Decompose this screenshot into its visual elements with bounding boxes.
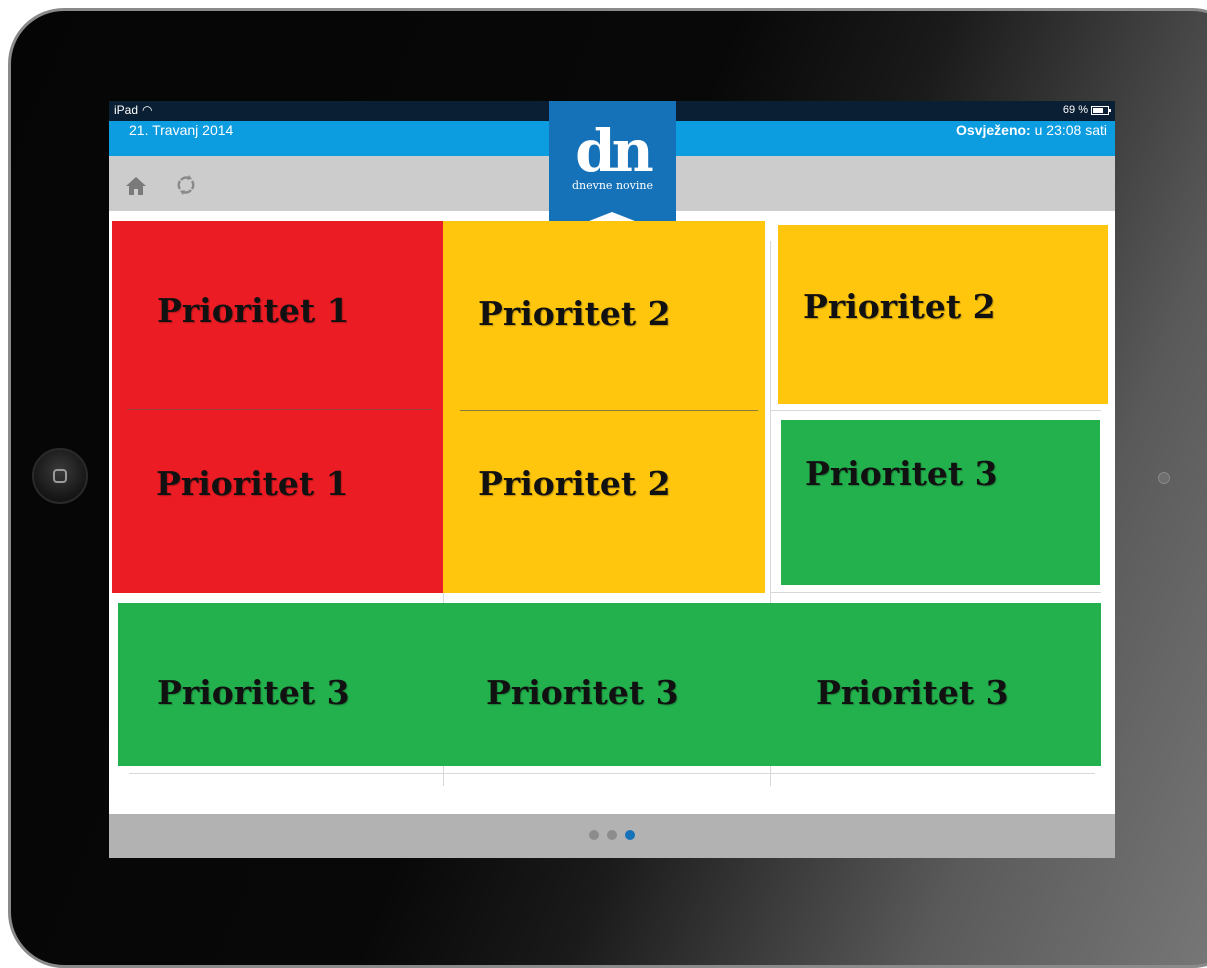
tile-prioritet-3-center[interactable]: Prioritet 3 <box>443 603 770 766</box>
tile-prioritet-1-bottom[interactable]: Prioritet 1 <box>112 410 443 593</box>
tile-prioritet-1-top[interactable]: Prioritet 1 <box>112 221 443 409</box>
tile-prioritet-2-top[interactable]: Prioritet 2 <box>443 221 765 409</box>
ipad-home-button[interactable] <box>32 448 88 504</box>
camera-icon <box>1158 472 1170 484</box>
app-screen: iPad◠ 23:08 69 % 21. Travanj 2014 Osvjež… <box>109 101 1115 858</box>
tile-prioritet-3-right-bottom[interactable]: Prioritet 3 <box>770 603 1101 766</box>
page-dot-1[interactable] <box>589 830 599 840</box>
tile-label: Prioritet 2 <box>478 294 671 333</box>
tile-prioritet-2-right[interactable]: Prioritet 2 <box>778 225 1108 404</box>
tile-label: Prioritet 3 <box>157 673 350 712</box>
tile-label: Prioritet 3 <box>805 454 998 493</box>
tile-label: Prioritet 2 <box>478 464 671 503</box>
tile-label: Prioritet 3 <box>486 673 679 712</box>
logo-name: dnevne novine <box>572 179 653 192</box>
logo-mark: dn <box>575 117 654 185</box>
page-dot-2[interactable] <box>607 830 617 840</box>
tile-label: Prioritet 2 <box>803 287 996 326</box>
tile-prioritet-3-right[interactable]: Prioritet 3 <box>781 420 1100 585</box>
tile-label: Prioritet 1 <box>157 291 350 330</box>
dn-logo[interactable]: dn dnevne novine <box>549 101 676 221</box>
page-dot-3[interactable] <box>625 830 635 840</box>
page-indicator <box>109 830 1115 840</box>
row-divider <box>771 592 1101 593</box>
tile-label: Prioritet 3 <box>816 673 1009 712</box>
tile-prioritet-3-left[interactable]: Prioritet 3 <box>118 603 443 766</box>
page-footer <box>109 814 1115 858</box>
tile-label: Prioritet 1 <box>156 464 349 503</box>
row-divider <box>771 410 1101 411</box>
home-button-square-icon <box>53 469 67 483</box>
row-divider <box>129 773 1095 774</box>
tile-prioritet-2-bottom[interactable]: Prioritet 2 <box>443 411 765 593</box>
logo-notch <box>549 212 676 221</box>
